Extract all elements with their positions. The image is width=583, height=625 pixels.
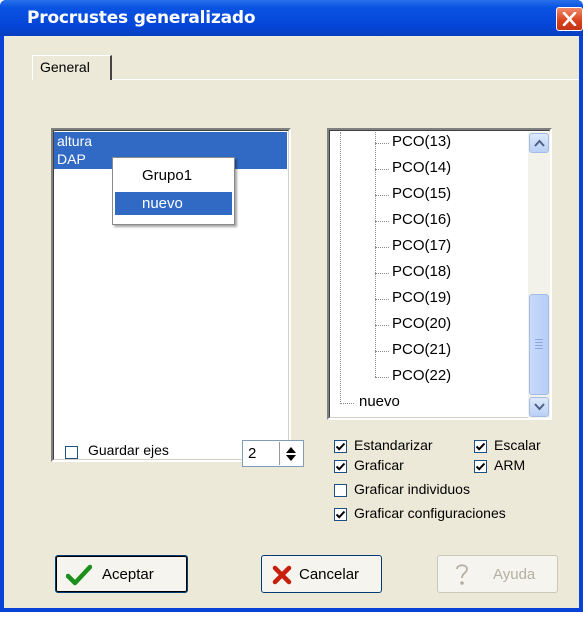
cancelar-button[interactable]: Cancelar	[261, 555, 382, 593]
window-title: Procrustes generalizado	[27, 8, 256, 28]
aceptar-button[interactable]: Aceptar	[55, 555, 188, 593]
dialog-window: Procrustes generalizado General altura D…	[0, 0, 583, 612]
chevron-up-icon	[534, 139, 545, 147]
tree-item-label: PCO(13)	[392, 133, 452, 150]
scroll-up-button[interactable]	[529, 133, 549, 153]
tree-item[interactable]: PCO(17)	[329, 234, 529, 260]
tree-item-label: PCO(21)	[392, 341, 452, 358]
context-menu-item-label: nuevo	[142, 195, 183, 212]
x-icon	[272, 565, 292, 585]
context-menu-item-label: Grupo1	[142, 167, 193, 184]
graficar-configuraciones-label: Graficar configuraciones	[354, 505, 506, 521]
num-ejes-spinbox[interactable]: 2	[242, 440, 304, 467]
escalar-checkbox[interactable]	[474, 440, 487, 453]
list-item[interactable]: altura	[54, 132, 287, 151]
tree-item[interactable]: PCO(19)	[329, 286, 529, 312]
tree-scrollbar[interactable]	[528, 132, 550, 418]
tree-item[interactable]: PCO(16)	[329, 208, 529, 234]
tree-item-label: PCO(20)	[392, 315, 452, 332]
tree-item[interactable]: PCO(14)	[329, 156, 529, 182]
tree-item-label: PCO(14)	[392, 159, 452, 176]
close-button[interactable]	[556, 7, 583, 31]
list-item-label: altura	[57, 133, 93, 149]
checkmark-icon	[476, 442, 485, 451]
tree-item-label: PCO(22)	[392, 367, 452, 384]
estandarizar-label: Estandarizar	[354, 437, 433, 453]
context-menu: Grupo1 nuevo	[112, 157, 235, 225]
tree-item[interactable]: PCO(20)	[329, 312, 529, 338]
escalar-label: Escalar	[494, 437, 541, 453]
graficar-checkbox[interactable]	[334, 460, 347, 473]
graficar-individuos-checkbox[interactable]	[334, 484, 347, 497]
checkmark-icon	[336, 510, 345, 519]
spin-down-icon[interactable]	[286, 455, 296, 461]
ayuda-label: Ayuda	[493, 566, 536, 583]
scroll-thumb[interactable]	[529, 294, 549, 395]
num-ejes-value: 2	[248, 445, 257, 462]
tree-item[interactable]: PCO(18)	[329, 260, 529, 286]
cancelar-label: Cancelar	[299, 566, 360, 583]
dialog-client: General altura DAP PCO(13) PCO(14) PCO(1…	[4, 36, 579, 608]
checkmark-icon	[476, 462, 485, 471]
tree-item-label: PCO(17)	[392, 237, 452, 254]
title-bar[interactable]: Procrustes generalizado	[0, 0, 583, 36]
tab-general[interactable]: General	[32, 55, 112, 80]
arm-label: ARM	[494, 457, 526, 473]
help-icon	[456, 564, 468, 585]
tree-item-label: PCO(16)	[392, 211, 452, 228]
scroll-down-button[interactable]	[529, 397, 549, 417]
aceptar-label: Aceptar	[102, 566, 154, 583]
context-menu-item-nuevo[interactable]: nuevo	[115, 192, 232, 215]
tree-item[interactable]: PCO(15)	[329, 182, 529, 208]
tree-view[interactable]: PCO(13) PCO(14) PCO(15) PCO(16) PCO(17) …	[327, 128, 552, 420]
tree-item-label: PCO(19)	[392, 289, 452, 306]
spin-up-icon[interactable]	[286, 447, 296, 453]
chevron-down-icon	[534, 403, 545, 411]
arm-checkbox[interactable]	[474, 460, 487, 473]
tab-divider	[112, 79, 579, 80]
tab-strip: General	[4, 36, 579, 80]
ayuda-button[interactable]: Ayuda	[437, 555, 558, 593]
tree-item[interactable]: PCO(21)	[329, 338, 529, 364]
guardar-ejes-label: Guardar ejes	[88, 442, 169, 458]
tree-item-label: PCO(15)	[392, 185, 452, 202]
graficar-configuraciones-checkbox[interactable]	[334, 508, 347, 521]
close-icon	[562, 12, 577, 26]
checkmark-icon	[336, 462, 345, 471]
checkmark-icon	[336, 442, 345, 451]
estandarizar-checkbox[interactable]	[334, 440, 347, 453]
context-menu-item-grupo1[interactable]: Grupo1	[115, 164, 232, 187]
guardar-ejes-checkbox[interactable]	[65, 446, 78, 459]
tab-general-label: General	[40, 59, 90, 75]
tree-item[interactable]: PCO(13)	[329, 130, 529, 156]
graficar-individuos-label: Graficar individuos	[354, 481, 470, 497]
tree-item[interactable]: nuevo	[329, 390, 529, 416]
graficar-label: Graficar	[354, 457, 404, 473]
list-item-label: DAP	[57, 151, 86, 167]
tree-item-label: PCO(18)	[392, 263, 452, 280]
checkmark-icon	[66, 564, 92, 586]
tree-item[interactable]: PCO(22)	[329, 364, 529, 390]
tree-item-label: nuevo	[359, 393, 400, 410]
